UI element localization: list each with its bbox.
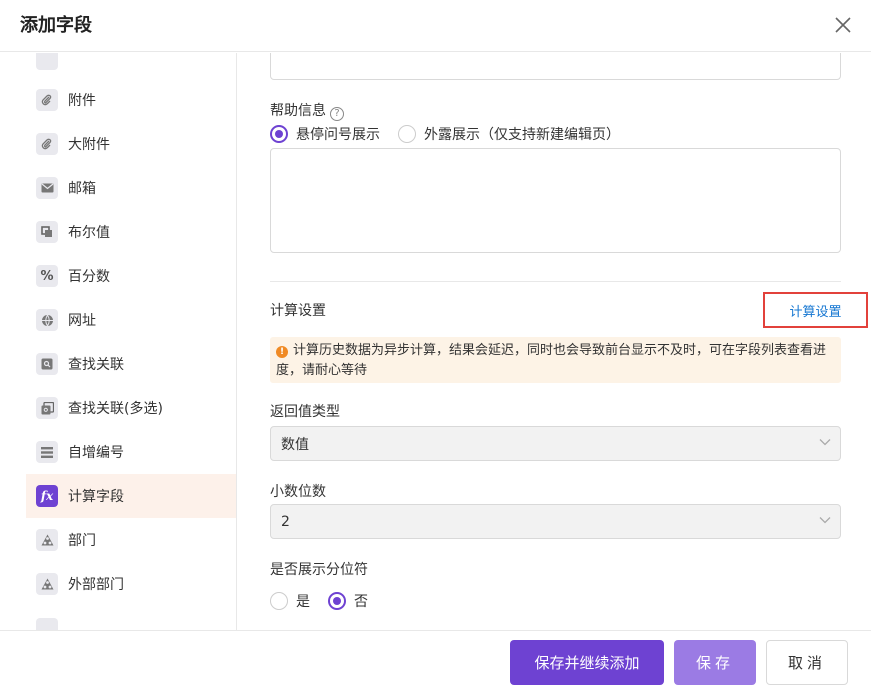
calc-settings-title: 计算设置 <box>270 303 326 319</box>
radio-no[interactable] <box>328 592 346 610</box>
text-input[interactable] <box>270 53 841 80</box>
help-info-textarea[interactable] <box>270 148 841 253</box>
cancel-button[interactable]: 取消 <box>766 640 848 685</box>
warning-icon: ! <box>276 346 288 358</box>
function-icon: fx <box>36 485 58 507</box>
async-calc-notice: ! 计算历史数据为异步计算，结果会延迟，同时也会导致前台显示不及时，可在字段列表查… <box>270 337 841 383</box>
return-type-value: 数值 <box>281 436 309 453</box>
decimals-select[interactable]: 2 <box>270 504 841 539</box>
radio-no-label: 否 <box>354 594 368 610</box>
save-and-continue-button[interactable]: 保存并继续添加 <box>510 640 664 685</box>
sidebar-item-auto-number[interactable]: 自增编号 <box>26 430 236 474</box>
chevron-down-icon <box>819 517 831 524</box>
sidebar-item-label: 邮箱 <box>68 181 96 197</box>
radio-hover-display-label: 悬停问号展示 <box>296 127 380 143</box>
globe-icon <box>36 309 58 331</box>
sidebar-item-lookup[interactable]: 查找关联 <box>26 342 236 386</box>
radio-hover-display[interactable] <box>270 125 288 143</box>
divider <box>270 281 841 282</box>
sidebar-item-label: 网址 <box>68 313 96 329</box>
sidebar-item-label: 查找关联(多选) <box>68 401 163 417</box>
sidebar-item-label: 外部部门 <box>68 577 124 593</box>
boolean-icon <box>36 221 58 243</box>
thousands-separator-options: 是 否 <box>270 591 368 611</box>
sidebar-item-label: 自增编号 <box>68 445 124 461</box>
field-type-icon-partial <box>36 618 58 630</box>
sidebar-item-calculated-field[interactable]: fx 计算字段 <box>26 474 236 518</box>
sidebar-item-email[interactable]: 邮箱 <box>26 166 236 210</box>
sidebar-item-attachment[interactable]: 附件 <box>26 78 236 122</box>
help-info-label-text: 帮助信息 <box>270 103 326 119</box>
help-display-options: 悬停问号展示 外露展示（仅支持新建编辑页） <box>270 124 620 144</box>
paperclip-icon <box>36 133 58 155</box>
sidebar-item-url[interactable]: 网址 <box>26 298 236 342</box>
lookup-icon <box>36 353 58 375</box>
sidebar-item-lookup-multi[interactable]: 查找关联(多选) <box>26 386 236 430</box>
sidebar-item-percent[interactable]: % 百分数 <box>26 254 236 298</box>
sidebar-item-boolean[interactable]: 布尔值 <box>26 210 236 254</box>
return-type-select[interactable]: 数值 <box>270 426 841 461</box>
radio-expose-display[interactable] <box>398 125 416 143</box>
department-icon <box>36 573 58 595</box>
list-icon <box>36 441 58 463</box>
radio-yes[interactable] <box>270 592 288 610</box>
radio-expose-display-label: 外露展示（仅支持新建编辑页） <box>424 127 620 143</box>
sidebar-item-label: 计算字段 <box>68 489 124 505</box>
sidebar-item-label: 大附件 <box>68 137 110 153</box>
field-type-sidebar: 附件 大附件 邮箱 布尔值 % 百分数 网址 查找关联 查找关联(多选) 自增编… <box>0 53 237 630</box>
add-field-dialog: 添加字段 附件 大附件 邮箱 布尔值 % 百分数 网址 查找关联 查找关联(多选… <box>0 0 871 691</box>
field-settings-panel: 帮助信息? 悬停问号展示 外露展示（仅支持新建编辑页） 计算设置 计算设置 ! 计… <box>237 53 871 630</box>
sidebar-item-label: 附件 <box>68 93 96 109</box>
envelope-icon <box>36 177 58 199</box>
help-info-label: 帮助信息? <box>270 100 344 121</box>
sidebar-item-label: 查找关联 <box>68 357 124 373</box>
sidebar-item-external-department[interactable]: 外部部门 <box>26 562 236 606</box>
paperclip-icon <box>36 89 58 111</box>
dialog-header: 添加字段 <box>0 0 871 52</box>
question-icon[interactable]: ? <box>330 106 344 121</box>
sidebar-item-large-attachment[interactable]: 大附件 <box>26 122 236 166</box>
thousands-separator-label: 是否展示分位符 <box>270 562 368 578</box>
save-button[interactable]: 保存 <box>674 640 756 685</box>
lookup-multi-icon <box>36 397 58 419</box>
field-type-icon-partial <box>36 53 58 70</box>
radio-yes-label: 是 <box>296 594 310 610</box>
close-icon[interactable] <box>832 14 854 36</box>
decimals-value: 2 <box>281 513 290 530</box>
decimals-label: 小数位数 <box>270 484 326 500</box>
notice-text: 计算历史数据为异步计算，结果会延迟，同时也会导致前台显示不及时，可在字段列表查看… <box>276 343 827 378</box>
calc-settings-link[interactable]: 计算设置 <box>763 292 868 328</box>
dialog-title: 添加字段 <box>20 15 92 36</box>
dialog-footer: 保存并继续添加 保存 取消 <box>0 630 871 691</box>
sidebar-item-label: 布尔值 <box>68 225 110 241</box>
sidebar-item-label: 部门 <box>68 533 96 549</box>
department-icon <box>36 529 58 551</box>
sidebar-item-department[interactable]: 部门 <box>26 518 236 562</box>
return-type-label: 返回值类型 <box>270 404 340 420</box>
chevron-down-icon <box>819 439 831 446</box>
percent-icon: % <box>36 265 58 287</box>
sidebar-item-label: 百分数 <box>68 269 110 285</box>
